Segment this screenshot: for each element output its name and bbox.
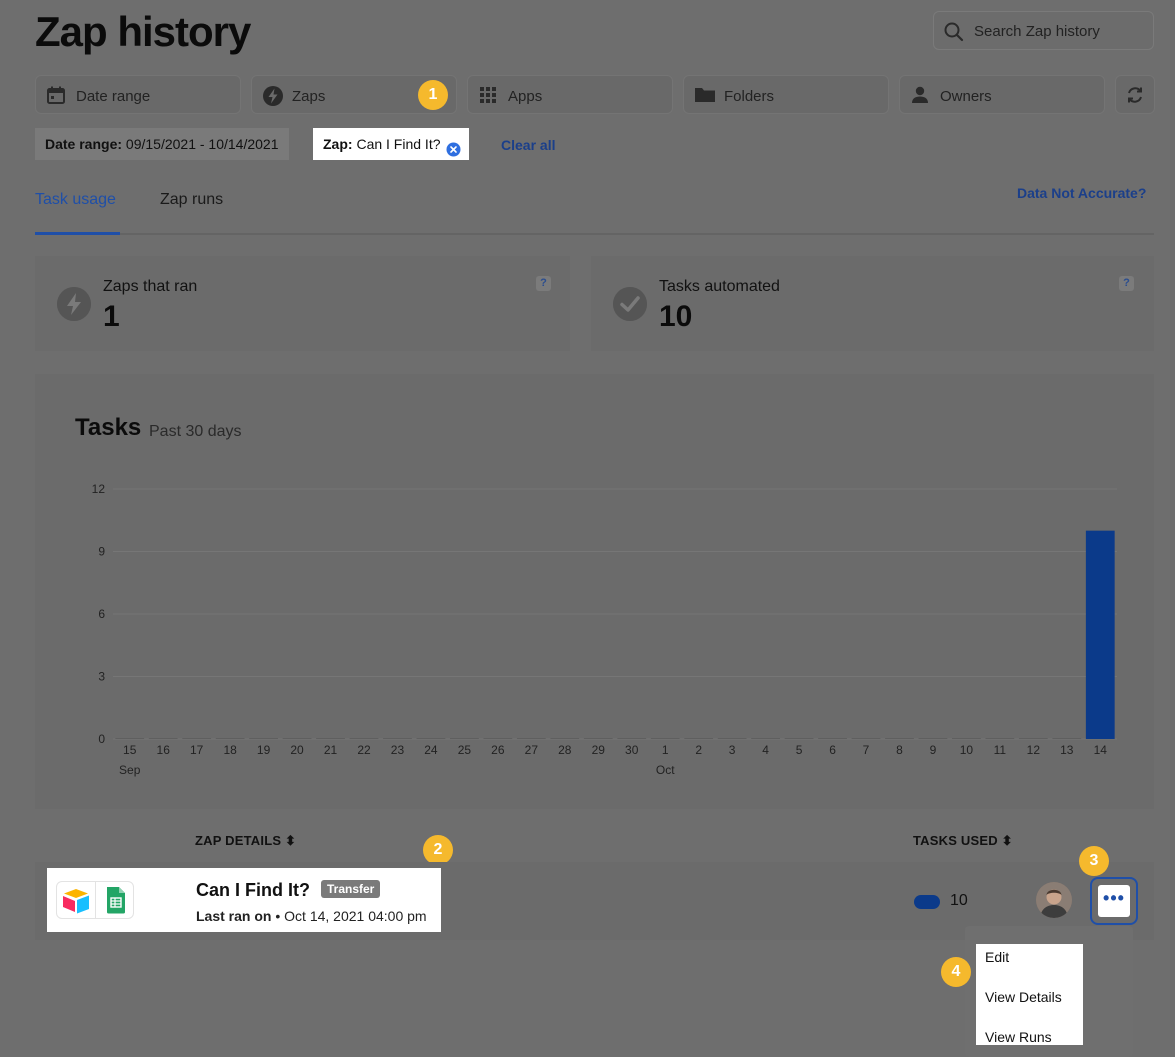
column-header-label: TASKS USED (913, 833, 998, 848)
x-tick-label: 10 (960, 743, 974, 757)
x-tick-label: 20 (290, 743, 304, 757)
x-tick-label: 21 (324, 743, 338, 757)
menu-item-edit[interactable]: Edit (985, 949, 1009, 965)
airtable-icon (62, 888, 90, 919)
chart-bar (684, 738, 714, 739)
callout-badge-3: 3 (1079, 846, 1109, 876)
last-ran-label: Last ran on (196, 908, 272, 924)
sort-icon: ⬍ (1001, 833, 1013, 848)
actions-menu-list: Edit View Details View Runs (976, 944, 1083, 1045)
chart-bar (918, 738, 948, 739)
x-tick-label: 5 (796, 743, 803, 757)
chart-bar (215, 738, 245, 739)
x-tick-label: 12 (1027, 743, 1041, 757)
x-tick-label: 27 (525, 743, 539, 757)
chart-bar (349, 738, 379, 739)
column-header-zap-details[interactable]: ZAP DETAILS ⬍ (195, 833, 296, 849)
chart-bar (416, 738, 446, 739)
x-tick-label: 16 (157, 743, 171, 757)
chart-bar (717, 738, 747, 739)
tasks-bar-chart: 03691215 16 17 18 19 20 21 22 23 24 25 26 27 28 29 30 1 2… (92, 482, 1117, 777)
menu-item-view-runs[interactable]: View Runs (985, 1029, 1052, 1045)
x-tick-label: 19 (257, 743, 271, 757)
chart-bar (516, 738, 546, 739)
chart-bar (617, 738, 647, 739)
zap-app-icons (56, 881, 134, 919)
x-tick-label: 28 (558, 743, 572, 757)
chart-bar (148, 738, 178, 739)
x-tick-label: 17 (190, 743, 204, 757)
x-tick-label: 29 (592, 743, 606, 757)
menu-item-view-details[interactable]: View Details (985, 989, 1062, 1005)
y-tick-label: 3 (98, 670, 105, 684)
sort-icon: ⬍ (285, 833, 297, 848)
month-label: Oct (656, 763, 675, 777)
chart-bar (282, 738, 312, 739)
x-tick-label: 2 (695, 743, 702, 757)
y-tick-label: 6 (98, 607, 105, 621)
y-tick-label: 9 (98, 545, 105, 559)
chart-bar (583, 738, 613, 739)
chart-bar (550, 738, 580, 739)
x-tick-label: 4 (762, 743, 769, 757)
y-tick-label: 0 (98, 732, 105, 746)
chart-bar (751, 738, 780, 739)
zap-last-ran: Last ran on • Oct 14, 2021 04:00 pm (196, 908, 427, 924)
chart-bar (483, 738, 513, 739)
x-tick-label: 24 (424, 743, 438, 757)
chart-bar (450, 738, 479, 739)
chart-bar (316, 738, 345, 739)
chart-bar (650, 738, 680, 739)
x-tick-label: 11 (994, 743, 1007, 757)
callout-badge-2: 2 (423, 835, 453, 865)
chart-bar (182, 738, 212, 739)
zap-details-cell[interactable]: Can I Find It? Transfer Last ran on • Oc… (47, 868, 441, 932)
x-tick-label: 13 (1060, 743, 1074, 757)
chart-bar (115, 738, 145, 739)
chart-bar (1052, 738, 1082, 739)
x-tick-label: 8 (896, 743, 903, 757)
x-tick-label: 22 (357, 743, 371, 757)
month-label: Sep (119, 763, 141, 777)
google-sheets-icon (105, 886, 127, 919)
x-tick-label: 14 (1094, 743, 1108, 757)
last-ran-value: • Oct 14, 2021 04:00 pm (275, 908, 427, 924)
column-header-label: ZAP DETAILS (195, 833, 282, 848)
zap-name[interactable]: Can I Find It? (196, 880, 310, 901)
x-tick-label: 3 (729, 743, 736, 757)
icon-divider (95, 882, 96, 918)
x-tick-label: 25 (458, 743, 472, 757)
chart-bar (383, 738, 412, 739)
chart-bar (985, 738, 1015, 739)
chart-bar (1018, 738, 1048, 739)
x-tick-label: 15 (123, 743, 137, 757)
chart-bar (1085, 530, 1115, 739)
x-tick-label: 6 (829, 743, 836, 757)
avatar (1036, 882, 1072, 918)
tasks-used-value: 10 (950, 892, 968, 909)
more-actions-icon: ••• (1098, 885, 1130, 917)
chart-bar (818, 738, 847, 739)
column-header-tasks-used[interactable]: TASKS USED ⬍ (913, 833, 1013, 849)
chart-bar (249, 738, 278, 739)
x-tick-label: 1 (662, 743, 669, 757)
x-tick-label: 7 (863, 743, 870, 757)
x-tick-label: 30 (625, 743, 639, 757)
x-tick-label: 18 (223, 743, 237, 757)
x-tick-label: 26 (491, 743, 505, 757)
tasks-used-indicator (914, 895, 940, 909)
chart-bar (952, 738, 981, 739)
zap-type-badge: Transfer (321, 880, 381, 898)
more-actions-button[interactable]: ••• (1090, 877, 1138, 925)
x-tick-label: 23 (391, 743, 405, 757)
y-tick-label: 12 (92, 482, 106, 496)
chart-bar (784, 738, 814, 739)
chart-bar (885, 738, 914, 739)
x-tick-label: 9 (930, 743, 937, 757)
chart-bar (851, 738, 881, 739)
callout-badge-4: 4 (941, 957, 971, 987)
